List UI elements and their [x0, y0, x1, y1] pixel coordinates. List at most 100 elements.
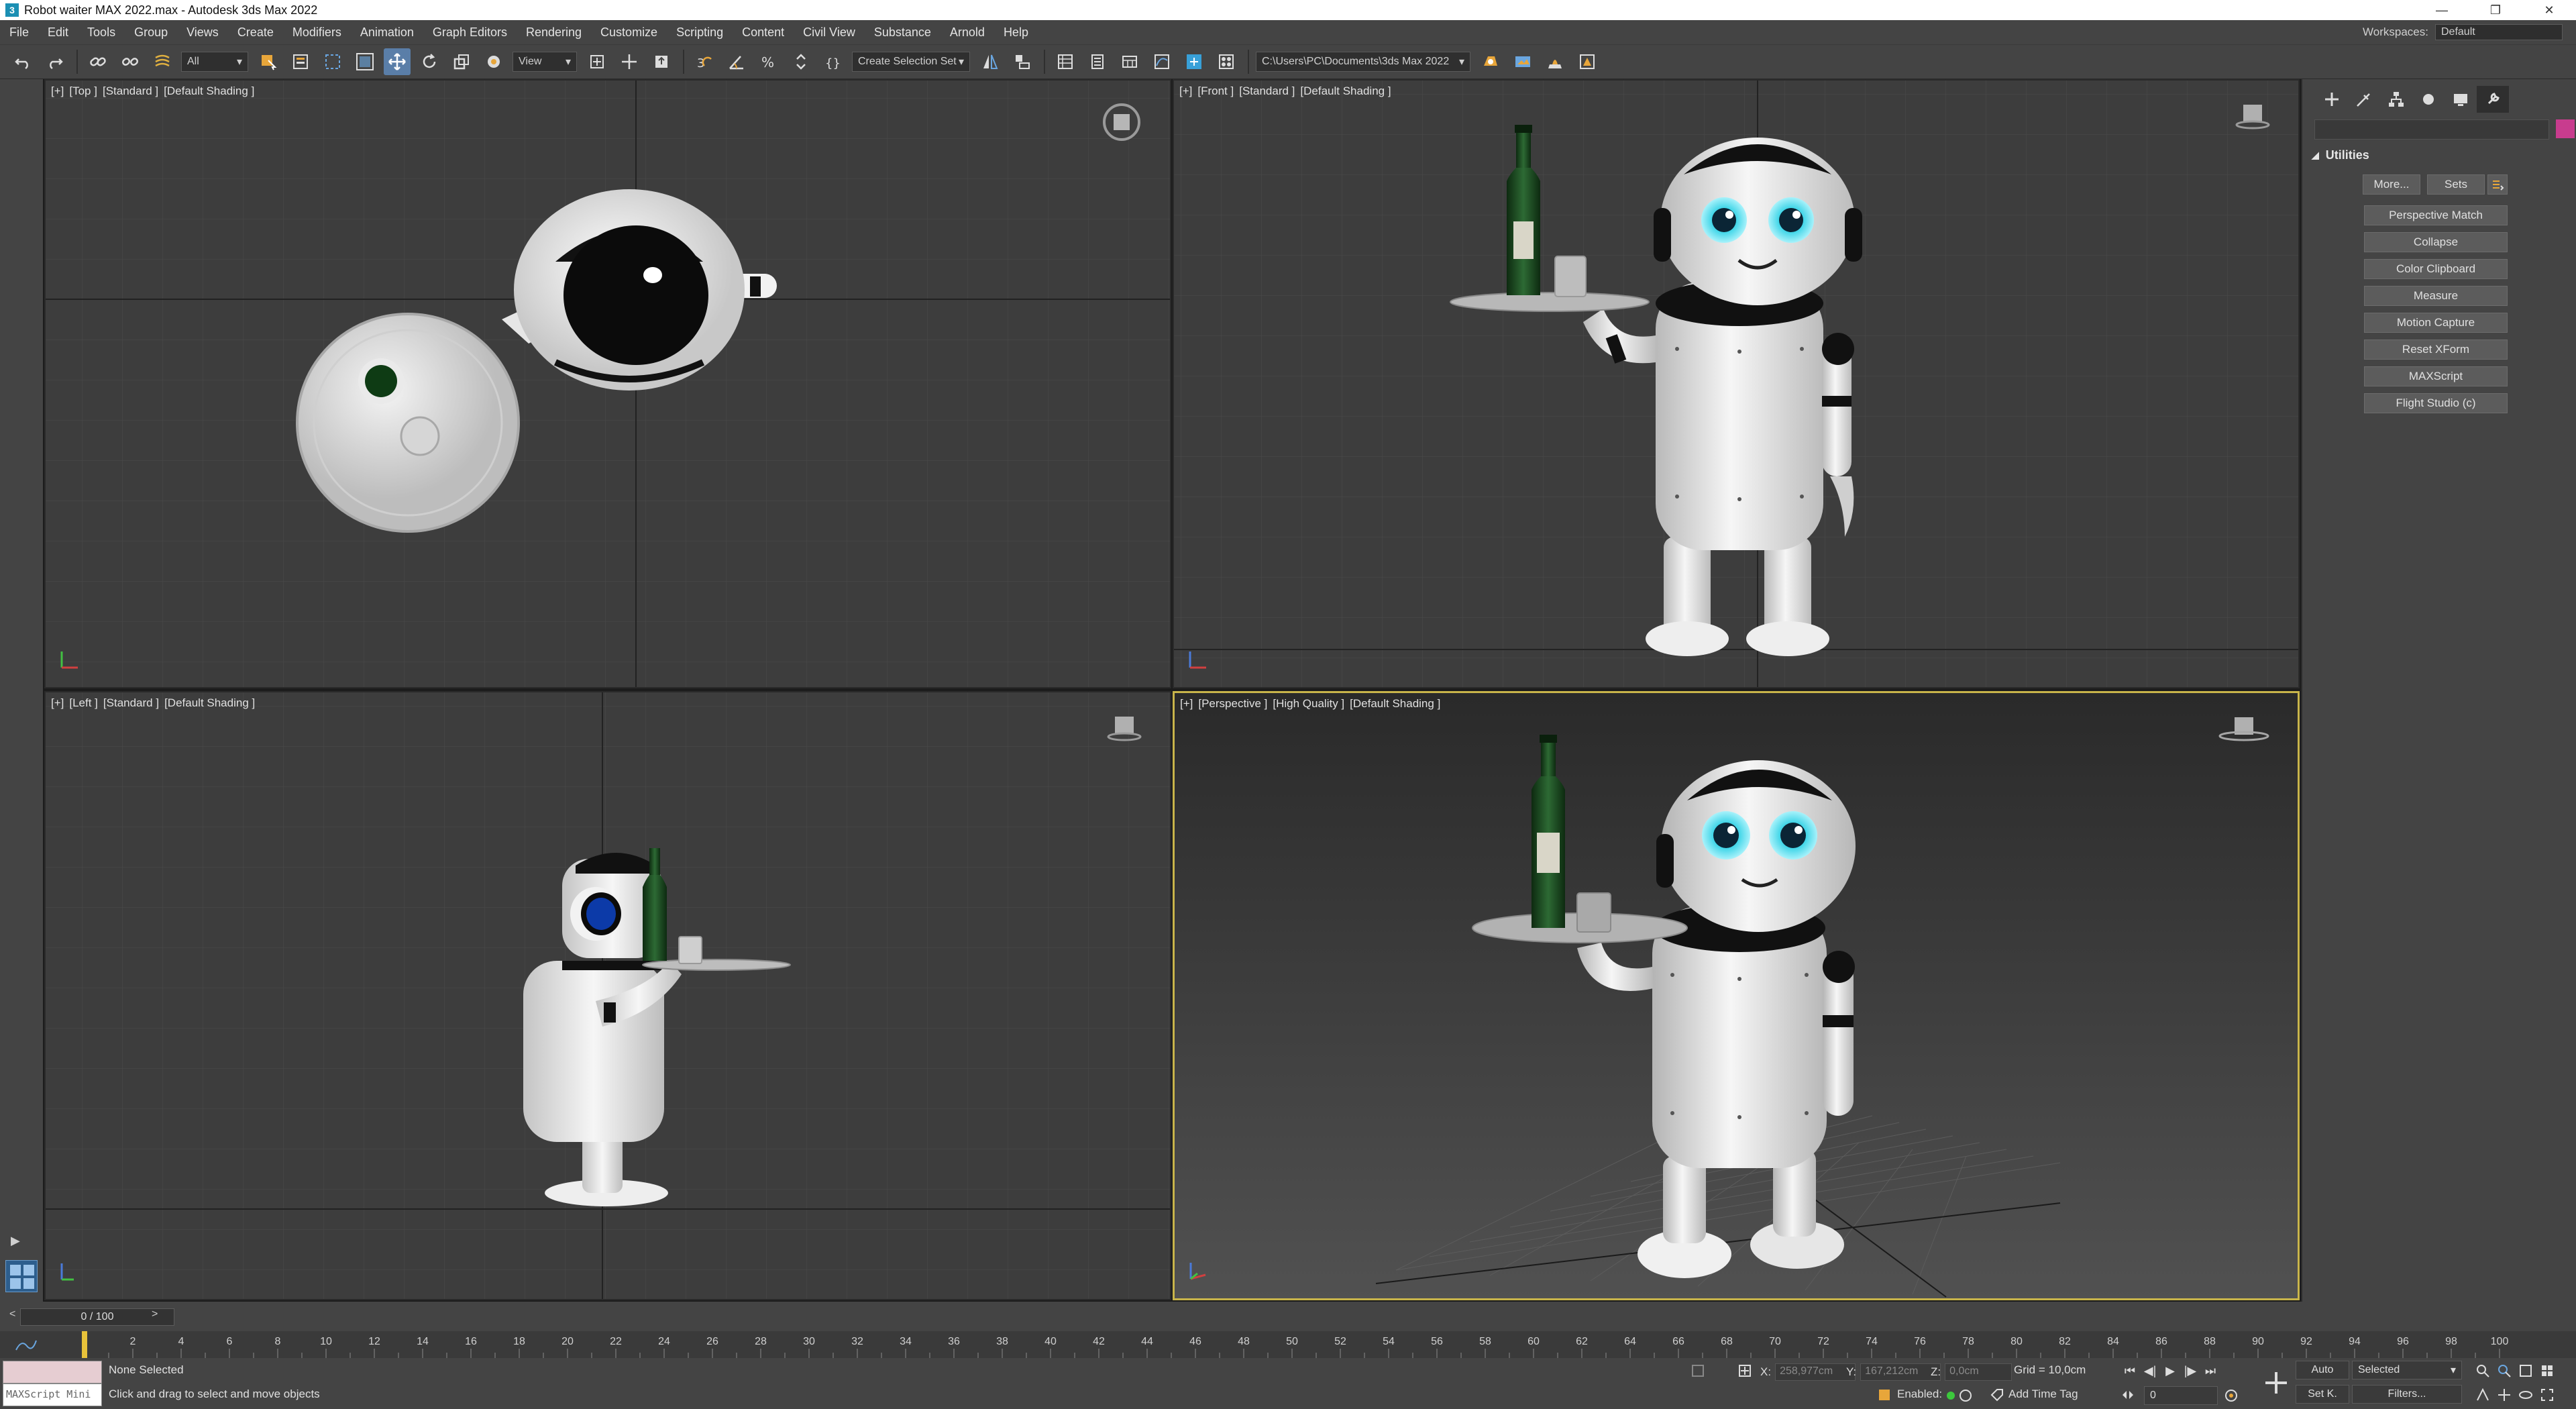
toggle-ribbon-icon[interactable]: [1116, 48, 1143, 75]
menu-arnold[interactable]: Arnold: [950, 25, 985, 40]
viewport-label[interactable]: [+] [Top ] [Standard ] [Default Shading ]: [51, 85, 260, 98]
orbit-icon[interactable]: [2518, 1388, 2533, 1402]
utilities-rollout-header[interactable]: ◢ Utilities: [2312, 145, 2567, 165]
viewport-general-menu[interactable]: [+]: [1180, 697, 1193, 710]
viewcube-icon[interactable]: [1106, 713, 1143, 745]
field-of-view-icon[interactable]: [2475, 1388, 2490, 1402]
key-filters-button[interactable]: Filters...: [2352, 1385, 2462, 1404]
set-key-big-icon[interactable]: [2261, 1367, 2292, 1398]
selection-filter-dropdown[interactable]: All ▾: [181, 52, 248, 72]
pan-view-icon[interactable]: [2497, 1388, 2512, 1402]
current-frame-marker[interactable]: [82, 1331, 87, 1358]
viewport-standard-menu[interactable]: [Standard ]: [103, 696, 159, 709]
create-icon[interactable]: [2316, 86, 2348, 113]
maxscript-listener[interactable]: MAXScript Mini: [3, 1361, 102, 1406]
viewport-label[interactable]: [+] [Perspective ] [High Quality ] [Default…: [1180, 697, 1446, 711]
viewport-shading-menu[interactable]: [Default Shading ]: [1350, 697, 1440, 710]
key-mode-toggle-icon[interactable]: [2120, 1388, 2136, 1402]
viewport-shading-menu[interactable]: [Default Shading ]: [164, 696, 255, 709]
menu-scripting[interactable]: Scripting: [676, 25, 723, 40]
flight-studio-button[interactable]: Flight Studio (c): [2364, 393, 2508, 413]
motion-icon[interactable]: [2412, 86, 2445, 113]
restore-button[interactable]: ❐: [2469, 0, 2522, 20]
rendered-frame-window-icon[interactable]: [1509, 48, 1536, 75]
maximize-viewport-icon[interactable]: [2540, 1388, 2555, 1402]
enabled-toggle-icon[interactable]: [1945, 1389, 1972, 1402]
project-folder-dropdown[interactable]: C:\Users\PC\Documents\3ds Max 2022 ▾: [1256, 52, 1470, 72]
previous-frame-arrow-icon[interactable]: <: [9, 1308, 15, 1320]
go-to-start-icon[interactable]: ⏮: [2120, 1361, 2140, 1381]
select-object-icon[interactable]: [255, 48, 282, 75]
render-setup-icon[interactable]: [1477, 48, 1504, 75]
viewport-label[interactable]: [+] [Left ] [Standard ] [Default Shading ]: [51, 696, 260, 710]
reset-xform-button[interactable]: Reset XForm: [2364, 340, 2508, 360]
menu-graph-editors[interactable]: Graph Editors: [433, 25, 507, 40]
perspective-match-button[interactable]: Perspective Match: [2364, 205, 2508, 225]
play-icon[interactable]: ▶: [2160, 1361, 2180, 1381]
render-production-icon[interactable]: [1542, 48, 1568, 75]
menu-civil-view[interactable]: Civil View: [803, 25, 855, 40]
viewport-perspective[interactable]: [+] [Perspective ] [High Quality ] [Default…: [1173, 691, 2300, 1300]
snaps-toggle-icon[interactable]: 3: [691, 48, 718, 75]
mirror-icon[interactable]: [977, 48, 1004, 75]
menu-file[interactable]: File: [9, 25, 29, 40]
maxscript-output[interactable]: [3, 1361, 102, 1384]
measure-button[interactable]: Measure: [2364, 286, 2508, 306]
add-time-tag[interactable]: Add Time Tag: [2008, 1388, 2078, 1401]
viewcube-icon[interactable]: [1100, 101, 1143, 147]
go-to-end-icon[interactable]: ⏭: [2200, 1361, 2220, 1381]
minimize-button[interactable]: —: [2415, 0, 2469, 20]
viewport-shading-menu[interactable]: [Default Shading ]: [1300, 85, 1391, 97]
time-configuration-icon[interactable]: [2223, 1388, 2239, 1404]
menu-views[interactable]: Views: [186, 25, 219, 40]
menu-create[interactable]: Create: [237, 25, 274, 40]
viewcube-icon[interactable]: [2217, 713, 2271, 746]
absolute-transform-icon[interactable]: [1737, 1363, 1752, 1378]
menu-edit[interactable]: Edit: [48, 25, 68, 40]
reference-coordinate-dropdown[interactable]: View ▾: [513, 52, 577, 72]
viewport-label[interactable]: [+] [Front ] [Standard ] [Default Shading ]: [1179, 85, 1397, 98]
menu-modifiers[interactable]: Modifiers: [292, 25, 341, 40]
menu-tools[interactable]: Tools: [87, 25, 115, 40]
select-and-scale-icon[interactable]: [448, 48, 475, 75]
menu-help[interactable]: Help: [1004, 25, 1028, 40]
viewport-shading-menu[interactable]: [Default Shading ]: [164, 85, 254, 97]
configure-button-sets-icon[interactable]: [2487, 174, 2508, 195]
curve-editor-icon[interactable]: [1148, 48, 1175, 75]
collapse-button[interactable]: Collapse: [2364, 232, 2508, 252]
utilities-icon[interactable]: [2477, 86, 2509, 113]
redo-icon[interactable]: [42, 48, 68, 75]
x-coordinate-field[interactable]: 258,977cm: [1775, 1363, 1856, 1381]
hierarchy-icon[interactable]: [2380, 86, 2412, 113]
schematic-view-icon[interactable]: [1181, 48, 1208, 75]
layer-explorer-icon[interactable]: [1084, 48, 1111, 75]
rectangular-selection-icon[interactable]: [319, 48, 346, 75]
previous-frame-icon[interactable]: ◀|: [2140, 1361, 2160, 1381]
zoom-icon[interactable]: [2475, 1363, 2490, 1378]
menu-substance[interactable]: Substance: [874, 25, 931, 40]
current-frame-field[interactable]: 0: [2144, 1386, 2218, 1405]
viewcube-icon[interactable]: [2234, 101, 2271, 134]
select-and-place-icon[interactable]: [480, 48, 507, 75]
viewport-standard-menu[interactable]: [Standard ]: [1239, 85, 1295, 97]
unlink-icon[interactable]: [117, 48, 144, 75]
viewport-top[interactable]: [+] [Top ] [Standard ] [Default Shading ]: [44, 79, 1171, 688]
select-and-rotate-icon[interactable]: [416, 48, 443, 75]
modify-icon[interactable]: [2348, 86, 2380, 113]
menu-content[interactable]: Content: [742, 25, 784, 40]
more-button[interactable]: More...: [2363, 174, 2420, 195]
spinner-snap-icon[interactable]: [788, 48, 814, 75]
undo-icon[interactable]: [9, 48, 36, 75]
isolate-selection-icon[interactable]: [1690, 1363, 1705, 1378]
render-in-cloud-icon[interactable]: [1574, 48, 1601, 75]
bind-space-warp-icon[interactable]: [149, 48, 176, 75]
link-icon[interactable]: [85, 48, 111, 75]
motion-capture-button[interactable]: Motion Capture: [2364, 313, 2508, 333]
angle-snap-icon[interactable]: [723, 48, 750, 75]
menu-animation[interactable]: Animation: [360, 25, 414, 40]
named-selection-sets-dropdown[interactable]: Create Selection Set ▾: [852, 52, 970, 72]
next-frame-arrow-icon[interactable]: >: [152, 1308, 158, 1320]
y-coordinate-field[interactable]: 167,212cm: [1860, 1363, 1941, 1381]
close-button[interactable]: ✕: [2522, 0, 2576, 20]
display-icon[interactable]: [2445, 86, 2477, 113]
